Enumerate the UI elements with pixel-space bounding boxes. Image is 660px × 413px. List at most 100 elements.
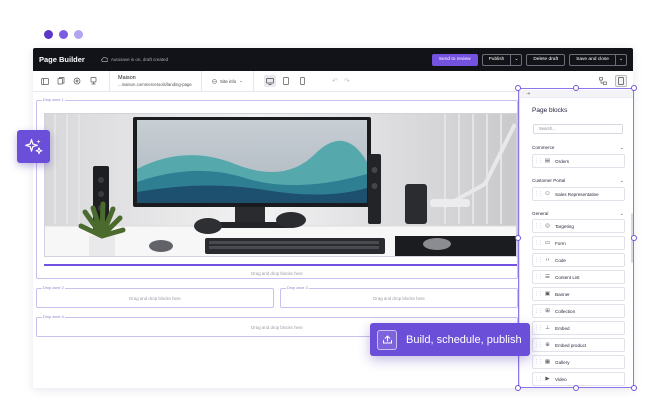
user-icon: ⚇	[545, 191, 550, 197]
block-item-sales-representative[interactable]: ⋮⋮ ⚇ Sales Representative	[532, 187, 625, 201]
drag-handle-icon[interactable]: ⋮⋮	[533, 240, 543, 246]
panel-title: Page blocks	[532, 107, 568, 114]
drop-zone-placeholder: Drag and drop blocks here	[129, 296, 181, 301]
block-item-collection[interactable]: ⋮⋮ ⊞ Collection	[532, 304, 625, 318]
block-item-label: Collection	[555, 308, 576, 314]
sparkle-icon	[24, 138, 42, 154]
drag-handle-icon[interactable]: ⋮⋮	[533, 376, 543, 382]
gallery-icon: ▦	[544, 359, 551, 365]
desktop-icon	[266, 77, 274, 85]
mobile-view-button[interactable]	[296, 75, 308, 87]
banner-icon: ▣	[544, 291, 551, 297]
block-item-label: Gallery	[555, 359, 570, 365]
category-label: General	[532, 211, 549, 216]
right-toolbar	[597, 75, 627, 87]
site-info-dropdown[interactable]: Site info ⌄	[201, 70, 255, 92]
orders-icon: ▤	[544, 158, 551, 164]
site-url: ...maison.commercetools/landing-page	[118, 82, 192, 87]
site-selector[interactable]: Maison ...maison.commercetools/landing-p…	[109, 70, 201, 92]
category-commerce[interactable]: Commerce ⌄	[532, 145, 624, 151]
block-item-embed-product[interactable]: ⋮⋮ ⊕ Embed product	[532, 338, 625, 352]
drag-handle-icon[interactable]: ⋮⋮	[533, 359, 543, 365]
settings-icon[interactable]	[69, 77, 85, 85]
globe-icon	[212, 78, 217, 84]
block-item-gallery[interactable]: ⋮⋮ ▦ Gallery	[532, 355, 625, 369]
preview-icon[interactable]	[85, 77, 101, 85]
autosave-text: Autosave is on, draft created	[110, 57, 169, 62]
chevron-down-icon: ⌄	[514, 57, 519, 62]
drop-zone-2[interactable]: Drop zone 2 Drag and drop blocks here	[36, 286, 274, 308]
drag-handle-icon[interactable]: ⋮⋮	[533, 274, 543, 280]
hero-image[interactable]	[44, 113, 517, 257]
autosave-status: Autosave is on, draft created	[101, 57, 168, 62]
feature-callout: Build, schedule, publish	[370, 323, 530, 356]
block-item-label: Orders	[555, 158, 570, 164]
block-item-content-list[interactable]: ⋮⋮ ☰ Content List	[532, 270, 625, 284]
top-bar: Page Builder Autosave is on, draft creat…	[33, 48, 633, 71]
block-item-code[interactable]: ⋮⋮ ‹› Code	[532, 253, 625, 267]
app-title: Page Builder	[39, 55, 85, 64]
block-item-orders[interactable]: ⋮⋮ ▤ Orders	[532, 154, 625, 168]
category-label: Commerce	[532, 145, 555, 150]
category-label: Customer Portal	[532, 178, 566, 183]
drag-handle-icon[interactable]: ⋮⋮	[533, 257, 543, 263]
ai-assistant-button[interactable]	[17, 130, 50, 163]
delete-draft-button[interactable]: Delete draft	[526, 53, 566, 66]
redo-icon[interactable]: ↷	[344, 77, 350, 85]
block-item-embed[interactable]: ⋮⋮ ⊥ Embed	[532, 321, 625, 335]
page-blocks-panel: ⇥ Page blocks Search... Commerce ⌄ ⋮⋮ ▤ …	[519, 90, 633, 388]
drag-handle-icon[interactable]: ⋮⋮	[533, 342, 543, 348]
blocks-panel-button[interactable]	[615, 75, 627, 87]
drag-handle-icon[interactable]: ⋮⋮	[533, 291, 543, 297]
desk-setup-image	[45, 114, 516, 256]
tablet-view-button[interactable]	[280, 75, 292, 87]
panel-collapse-button[interactable]: ⇥	[520, 90, 633, 98]
callout-text: Build, schedule, publish	[406, 333, 522, 346]
history-controls: ↶ ↷	[318, 77, 350, 85]
embed-icon: ⊥	[545, 325, 550, 331]
block-item-label: Embed	[555, 325, 570, 331]
site-info-label: Site info	[220, 78, 237, 84]
send-to-review-button[interactable]: Send to review	[431, 53, 478, 66]
drag-handle-icon[interactable]: ⋮⋮	[533, 308, 543, 314]
code-icon: ‹›	[545, 257, 550, 263]
block-item-video[interactable]: ⋮⋮ ▶ Video	[532, 372, 625, 386]
publish-button[interactable]: Publish	[481, 53, 512, 66]
drag-handle-icon[interactable]: ⋮⋮	[533, 325, 543, 331]
window-dots	[44, 30, 83, 39]
category-customer-portal[interactable]: Customer Portal ⌄	[532, 178, 624, 184]
tablet-icon	[283, 77, 289, 85]
chevron-down-icon: ⌄	[239, 78, 244, 83]
block-item-targeting[interactable]: ⋮⋮ ◎ Targeting	[532, 219, 625, 233]
drop-zone-label: Drop zone 3	[286, 286, 309, 291]
layout-icon[interactable]	[37, 77, 53, 85]
block-item-label: Sales Representative	[555, 191, 599, 197]
product-icon: ⊕	[545, 342, 550, 348]
category-general[interactable]: General ⌄	[532, 211, 624, 217]
dot-icon	[59, 30, 68, 39]
desktop-view-button[interactable]	[264, 75, 277, 87]
drag-handle-icon[interactable]: ⋮⋮	[533, 191, 543, 197]
block-item-form[interactable]: ⋮⋮ ▭ Form	[532, 236, 625, 250]
drop-zone-label: Drop zone 1	[42, 98, 65, 103]
panel-scrollbar[interactable]	[631, 213, 633, 263]
chevron-down-icon: ⌄	[618, 57, 623, 62]
block-item-banner[interactable]: ⋮⋮ ▣ Banner	[532, 287, 625, 301]
publish-menu-button[interactable]: ⌄	[511, 53, 523, 66]
drag-handle-icon[interactable]: ⋮⋮	[533, 223, 543, 229]
undo-icon[interactable]: ↶	[332, 77, 338, 85]
mobile-icon	[299, 77, 305, 85]
save-and-close-button[interactable]: Save and close	[569, 53, 616, 66]
drop-zone-placeholder: Drag and drop blocks here	[373, 296, 425, 301]
chevron-down-icon: ⌄	[619, 178, 624, 184]
drop-zone-3[interactable]: Drop zone 3 Drag and drop blocks here	[280, 286, 518, 308]
block-search-input[interactable]: Search...	[533, 124, 623, 134]
drop-zone-label: Drop zone 2	[42, 286, 65, 291]
pages-icon[interactable]	[53, 77, 69, 85]
drop-zone-1[interactable]: Drop zone 1 Drag and drop blocks here	[36, 98, 518, 279]
structure-button[interactable]	[597, 75, 609, 87]
block-item-label: Content List	[555, 274, 580, 280]
drag-handle-icon[interactable]: ⋮⋮	[533, 158, 543, 164]
block-item-label: Targeting	[555, 223, 574, 229]
save-menu-button[interactable]: ⌄	[615, 53, 627, 66]
